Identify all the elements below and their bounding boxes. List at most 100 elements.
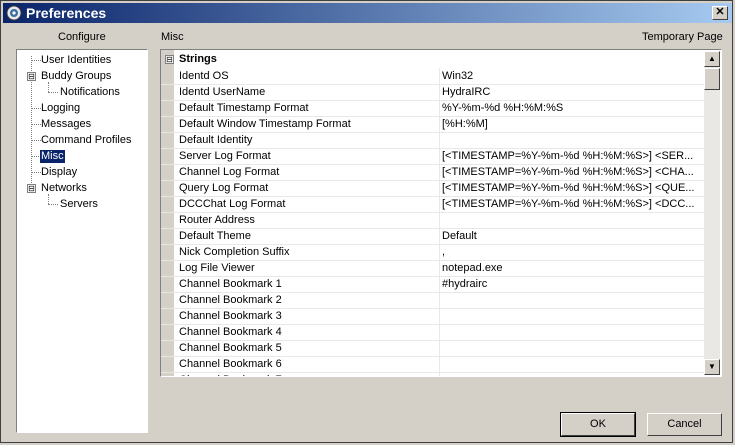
tree-line [48,204,58,205]
column-divider [439,340,440,356]
property-name: Identd OS [179,70,229,82]
tree-line [32,124,41,125]
vertical-scrollbar[interactable]: ▲ ▼ [704,51,720,375]
property-row[interactable]: DCCChat Log Format [<TIMESTAMP=%Y-%m-%d %… [161,196,704,213]
property-row[interactable]: Query Log Format [<TIMESTAMP=%Y-%m-%d %H:… [161,180,704,197]
property-value[interactable]: [<TIMESTAMP=%Y-%m-%d %H:%M:%S>] <QUE... [442,182,704,194]
property-row[interactable]: Channel Bookmark 4 [161,324,704,341]
property-value[interactable]: Default [442,230,704,242]
tree-item-user-identities[interactable]: User Identities [41,54,111,67]
app-icon [6,5,22,21]
property-row[interactable]: Channel Bookmark 5 [161,340,704,357]
property-name: Channel Bookmark 4 [179,326,282,338]
property-name: Identd UserName [179,86,266,98]
column-divider [439,324,440,340]
property-name: Channel Bookmark 5 [179,342,282,354]
column-divider [439,132,440,148]
column-divider [439,148,440,164]
column-divider [439,84,440,100]
ok-button[interactable]: OK [560,412,636,437]
property-name: Server Log Format [179,150,271,162]
property-name: Channel Bookmark 7 [179,374,434,376]
column-divider [439,180,440,196]
tree-item-logging[interactable]: Logging [41,102,80,115]
property-value[interactable]: #hydrairc [442,278,704,290]
property-row[interactable]: Log File Viewer notepad.exe [161,260,704,277]
property-value[interactable]: HydraIRC [442,86,704,98]
property-grid[interactable]: ⊟ Strings Identd OS Win32 Identd UserName H… [160,49,722,377]
tree-line [48,92,58,93]
property-name: DCCChat Log Format [179,198,286,210]
column-divider [439,100,440,116]
property-row[interactable]: Nick Completion Suffix, [161,244,704,261]
property-row[interactable]: Channel Bookmark 2 [161,292,704,309]
networks-expander-icon[interactable]: ⊟ [27,184,36,193]
property-value[interactable]: [%H:%M] [442,118,704,130]
property-row[interactable]: Channel Bookmark 6 [161,356,704,373]
property-value[interactable]: , [442,246,704,258]
property-row[interactable]: Channel Bookmark 1 #hydrairc [161,276,704,293]
tree-line [32,60,41,61]
property-name: Default Window Timestamp Format [179,118,351,130]
buddy-groups-expander-icon[interactable]: ⊟ [27,72,36,81]
tree-item-buddy-groups[interactable]: Buddy Groups [41,70,111,83]
strings-category[interactable]: ⊟ Strings [161,52,704,68]
column-divider [439,276,440,292]
cancel-button[interactable]: Cancel [647,413,722,436]
title-bar[interactable]: Preferences ✕ [3,3,732,23]
tree-item-misc[interactable]: Misc [40,150,65,163]
column-divider [439,196,440,212]
scroll-up-icon[interactable]: ▲ [704,51,720,67]
property-value[interactable]: notepad.exe [442,262,704,274]
property-name: Default Theme [179,230,251,242]
configure-tree[interactable]: ⊟ ⊟ User Identities Buddy Groups Notific… [16,49,148,433]
property-row[interactable]: Default Theme Default [161,228,704,245]
property-row[interactable]: Server Log Format [<TIMESTAMP=%Y-%m-%d %H… [161,148,704,165]
tree-item-servers[interactable]: Servers [60,198,98,211]
column-divider [439,116,440,132]
column-divider [439,356,440,372]
tree-item-messages[interactable]: Messages [41,118,91,131]
scroll-down-icon[interactable]: ▼ [704,359,720,375]
tree-item-display[interactable]: Display [41,166,77,179]
property-row[interactable]: Channel Log Format [<TIMESTAMP=%Y-%m-%d %… [161,164,704,181]
column-divider [439,244,440,260]
property-row[interactable]: Identd UserName HydraIRC [161,84,704,101]
tree-item-notifications[interactable]: Notifications [60,86,120,99]
window-title: Preferences [26,5,107,21]
property-row[interactable]: Router Address [161,212,704,229]
property-name: Default Identity [179,134,253,146]
property-row[interactable]: Identd OS Win32 [161,68,704,85]
property-value[interactable]: Win32 [442,70,704,82]
property-name: Default Timestamp Format [179,102,309,114]
collapse-icon[interactable]: ⊟ [165,55,174,64]
column-divider [439,228,440,244]
column-divider [439,292,440,308]
tree-line [32,140,41,141]
tree-item-command-profiles[interactable]: Command Profiles [41,134,131,147]
tree-line [48,194,49,204]
property-row[interactable]: Default Window Timestamp Format [%H:%M] [161,116,704,133]
property-value[interactable]: [<TIMESTAMP=%Y-%m-%d %H:%M:%S>] <CHA... [442,166,704,178]
property-row[interactable]: Channel Bookmark 3 [161,308,704,325]
tree-item-networks[interactable]: Networks [41,182,87,195]
column-divider [439,68,440,84]
tree-line [32,108,41,109]
property-name: Channel Bookmark 2 [179,294,282,306]
property-row[interactable]: Default Timestamp Format %Y-%m-%d %H:%M:%… [161,100,704,117]
scroll-thumb[interactable] [704,68,720,90]
property-name: Router Address [179,214,255,226]
property-value[interactable]: %Y-%m-%d %H:%M:%S [442,102,704,114]
property-name: Log File Viewer [179,262,255,274]
property-value[interactable]: [<TIMESTAMP=%Y-%m-%d %H:%M:%S>] <DCC... [442,198,704,210]
temporary-page-label: Temporary Page [642,31,723,43]
property-name: Nick Completion Suffix [179,246,290,258]
section-title: Misc [161,31,184,43]
property-row[interactable]: Channel Bookmark 7 [161,372,704,376]
tree-line [48,82,49,92]
property-value[interactable]: [<TIMESTAMP=%Y-%m-%d %H:%M:%S>] <SER... [442,150,704,162]
column-divider [439,212,440,228]
property-row[interactable]: Default Identity [161,132,704,149]
close-button[interactable]: ✕ [712,6,728,20]
column-divider [439,308,440,324]
